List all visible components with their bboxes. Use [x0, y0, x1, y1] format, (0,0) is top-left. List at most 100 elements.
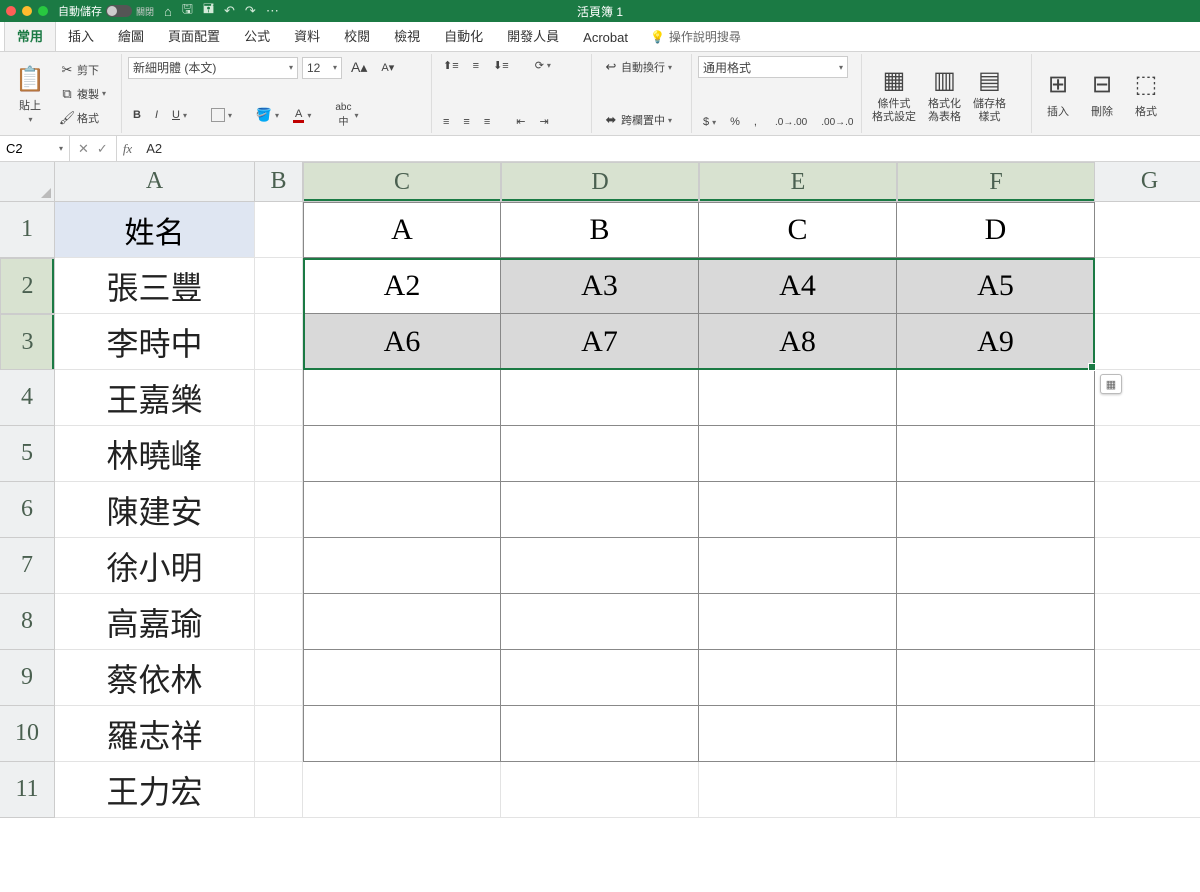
bold-button[interactable]: B — [128, 106, 146, 124]
cell-G5[interactable] — [1095, 426, 1200, 482]
cell-A9[interactable]: 蔡依林 — [55, 650, 255, 706]
maximize-window-icon[interactable] — [38, 6, 48, 16]
tab-review[interactable]: 校閱 — [332, 20, 382, 51]
cell-F2[interactable]: A5 — [897, 258, 1095, 314]
row-header-8[interactable]: 8 — [0, 594, 55, 650]
chevron-down-icon[interactable]: ▾ — [275, 111, 279, 120]
cell-F3[interactable]: A9 — [897, 314, 1095, 370]
quick-analysis-button[interactable]: ▦ — [1100, 374, 1122, 394]
cell-F9[interactable] — [897, 650, 1095, 706]
cell-A8[interactable]: 高嘉瑜 — [55, 594, 255, 650]
chevron-down-icon[interactable]: ▾ — [28, 115, 32, 124]
cell-D7[interactable] — [501, 538, 699, 594]
percent-button[interactable]: % — [725, 113, 745, 131]
row-header-9[interactable]: 9 — [0, 650, 55, 706]
currency-button[interactable]: $▾ — [698, 113, 721, 131]
col-header-F[interactable]: F — [897, 162, 1095, 202]
chevron-down-icon[interactable]: ▾ — [307, 111, 311, 120]
number-format-select[interactable]: 通用格式▾ — [698, 56, 848, 78]
formula-input[interactable]: A2 — [138, 141, 1200, 156]
cell-A2[interactable]: 張三豐 — [55, 258, 255, 314]
decrease-decimal-button[interactable]: .00→.0 — [816, 114, 858, 131]
decrease-font-button[interactable]: A▾ — [376, 58, 399, 77]
cell-B11[interactable] — [255, 762, 303, 818]
col-header-C[interactable]: C — [303, 162, 501, 202]
cell-G7[interactable] — [1095, 538, 1200, 594]
tab-draw[interactable]: 繪圖 — [106, 20, 156, 51]
col-header-B[interactable]: B — [255, 162, 303, 202]
cell-C3[interactable]: A6 — [303, 314, 501, 370]
cell-F5[interactable] — [897, 426, 1095, 482]
cell-B2[interactable] — [255, 258, 303, 314]
cell-B5[interactable] — [255, 426, 303, 482]
cell-D2[interactable]: A3 — [501, 258, 699, 314]
cell-C6[interactable] — [303, 482, 501, 538]
cell-B4[interactable] — [255, 370, 303, 426]
cell-E6[interactable] — [699, 482, 897, 538]
cut-button[interactable]: ✂剪下 — [54, 59, 111, 81]
chevron-down-icon[interactable]: ▾ — [712, 118, 716, 127]
save-as-icon[interactable]: 🖬 — [203, 0, 214, 22]
chevron-down-icon[interactable]: ▾ — [102, 89, 106, 98]
cell-F6[interactable] — [897, 482, 1095, 538]
cell-G3[interactable] — [1095, 314, 1200, 370]
cell-E9[interactable] — [699, 650, 897, 706]
cell-F7[interactable] — [897, 538, 1095, 594]
name-box[interactable]: C2 ▾ — [0, 136, 70, 161]
format-painter-button[interactable]: 🖌格式 — [54, 107, 111, 129]
increase-font-button[interactable]: A▴ — [346, 56, 372, 79]
align-middle-button[interactable]: ≡ — [468, 57, 484, 75]
cell-G8[interactable] — [1095, 594, 1200, 650]
cell-E3[interactable]: A8 — [699, 314, 897, 370]
enter-formula-icon[interactable]: ✓ — [97, 141, 108, 157]
conditional-formatting-button[interactable]: ▦ 條件式 格式設定 — [868, 62, 920, 124]
row-header-7[interactable]: 7 — [0, 538, 55, 594]
cell-G9[interactable] — [1095, 650, 1200, 706]
cell-B10[interactable] — [255, 706, 303, 762]
italic-button[interactable]: I — [150, 106, 163, 124]
fx-icon[interactable]: fx — [117, 141, 138, 157]
worksheet-area[interactable]: A B C D E F G 1 2 3 4 5 6 7 8 9 10 11 姓名… — [0, 162, 1200, 892]
increase-decimal-button[interactable]: .0→.00 — [770, 114, 812, 131]
cell-G10[interactable] — [1095, 706, 1200, 762]
chevron-down-icon[interactable]: ▾ — [355, 111, 359, 120]
cell-G11[interactable] — [1095, 762, 1200, 818]
cell-styles-button[interactable]: ▤ 儲存格 樣式 — [969, 62, 1010, 124]
minimize-window-icon[interactable] — [22, 6, 32, 16]
cell-F10[interactable] — [897, 706, 1095, 762]
row-header-4[interactable]: 4 — [0, 370, 55, 426]
format-as-table-button[interactable]: ▥ 格式化 為表格 — [924, 62, 965, 124]
align-top-button[interactable]: ⬆≡ — [438, 56, 464, 75]
cell-A5[interactable]: 林曉峰 — [55, 426, 255, 482]
redo-icon[interactable]: ↷ — [245, 3, 256, 19]
cell-G1[interactable] — [1095, 202, 1200, 258]
row-header-2[interactable]: 2 — [0, 258, 55, 314]
cell-E5[interactable] — [699, 426, 897, 482]
col-header-G[interactable]: G — [1095, 162, 1200, 202]
font-name-select[interactable]: 新細明體 (本文)▾ — [128, 57, 298, 79]
insert-cells-button[interactable]: ⊞ 插入 — [1038, 67, 1078, 121]
row-header-3[interactable]: 3 — [0, 314, 55, 370]
cell-D11[interactable] — [501, 762, 699, 818]
col-header-A[interactable]: A — [55, 162, 255, 202]
font-size-select[interactable]: 12▾ — [302, 57, 342, 79]
cell-G2[interactable] — [1095, 258, 1200, 314]
align-center-button[interactable]: ≡ — [458, 113, 474, 131]
window-controls[interactable] — [6, 6, 48, 16]
cell-D9[interactable] — [501, 650, 699, 706]
cell-C2[interactable]: A2 — [303, 258, 501, 314]
cell-B6[interactable] — [255, 482, 303, 538]
home-icon[interactable]: ⌂ — [164, 4, 172, 19]
cell-A7[interactable]: 徐小明 — [55, 538, 255, 594]
cell-C10[interactable] — [303, 706, 501, 762]
cell-D4[interactable] — [501, 370, 699, 426]
cell-D5[interactable] — [501, 426, 699, 482]
tab-acrobat[interactable]: Acrobat — [571, 24, 640, 51]
phonetic-button[interactable]: abc中▾ — [330, 99, 363, 131]
select-all-corner[interactable] — [0, 162, 55, 202]
cell-B7[interactable] — [255, 538, 303, 594]
wrap-text-button[interactable]: ↩自動換行▾ — [598, 56, 685, 78]
cell-D3[interactable]: A7 — [501, 314, 699, 370]
close-window-icon[interactable] — [6, 6, 16, 16]
more-icon[interactable]: ⋯ — [266, 3, 279, 19]
